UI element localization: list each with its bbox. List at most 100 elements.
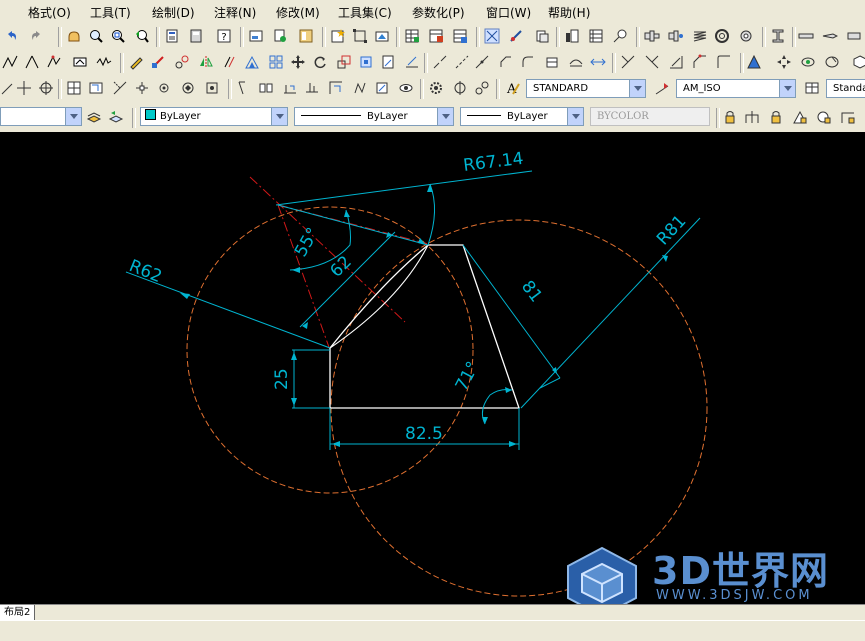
dim-baseline-icon[interactable] <box>282 80 298 96</box>
shaft-gen-icon[interactable] <box>668 28 684 44</box>
link-icon[interactable] <box>474 80 490 96</box>
bom-icon[interactable] <box>564 28 580 44</box>
calculator-icon[interactable] <box>188 28 204 44</box>
menu-help[interactable]: 帮助(H) <box>548 4 590 21</box>
publish-icon[interactable] <box>272 28 288 44</box>
divide-icon[interactable] <box>644 54 660 70</box>
table-style-select[interactable]: Standa <box>826 79 865 98</box>
offset-icon[interactable] <box>222 54 238 70</box>
dim-style-select[interactable]: AM_ISO <box>676 79 796 98</box>
gear-icon[interactable] <box>738 28 754 44</box>
line-tool-icon[interactable] <box>798 28 814 44</box>
scale-icon[interactable] <box>336 54 352 70</box>
frame-icon[interactable] <box>352 28 368 44</box>
measure-icon[interactable] <box>668 54 684 70</box>
lineweight-select[interactable]: ByLayer <box>460 107 584 126</box>
isolate-icon[interactable] <box>744 109 760 125</box>
snap-midpoint-icon[interactable] <box>156 80 172 96</box>
erase-icon[interactable] <box>150 54 166 70</box>
lock-icon[interactable] <box>722 109 738 125</box>
view-move-icon[interactable] <box>776 54 792 70</box>
bearing-icon[interactable] <box>714 28 730 44</box>
pen-tool-icon[interactable] <box>822 28 838 44</box>
snap-node-icon[interactable] <box>204 80 220 96</box>
mirror-icon[interactable] <box>198 54 214 70</box>
properties-icon[interactable] <box>164 28 180 44</box>
break-point-icon[interactable] <box>454 54 470 70</box>
tab-insert-icon[interactable] <box>88 80 104 96</box>
steel-shape-icon[interactable] <box>770 28 786 44</box>
menu-annotate[interactable]: 注释(N) <box>214 4 256 21</box>
sheet-set-icon[interactable] <box>298 28 314 44</box>
menu-window[interactable]: 窗口(W) <box>486 4 531 21</box>
dim-ordinate-icon[interactable] <box>328 80 344 96</box>
layout-icon[interactable] <box>248 28 264 44</box>
ortho-icon[interactable] <box>508 28 524 44</box>
crosshair-icon[interactable] <box>16 80 32 96</box>
drawing-canvas[interactable]: R67.14 R62 R81 55° 62 81 25 71° 82.5 3D世… <box>0 132 865 604</box>
snap-endpoint-icon[interactable] <box>134 80 150 96</box>
dim-style-icon[interactable] <box>654 80 670 96</box>
cube-icon[interactable] <box>852 54 865 70</box>
orbit-icon[interactable] <box>800 54 816 70</box>
blend-icon[interactable] <box>568 54 584 70</box>
new-view-icon[interactable] <box>330 28 346 44</box>
zoom-previous-icon[interactable] <box>134 28 150 44</box>
table-export-icon[interactable] <box>428 28 444 44</box>
pan-icon[interactable] <box>66 28 82 44</box>
extend-icon[interactable] <box>404 54 420 70</box>
chevron-down-icon[interactable] <box>271 108 287 125</box>
settings-icon[interactable] <box>428 80 444 96</box>
tab-layout2[interactable]: 布局2 <box>0 605 36 620</box>
table-style-icon[interactable] <box>804 80 820 96</box>
menu-modify[interactable]: 修改(M) <box>276 4 320 21</box>
text-style-icon[interactable]: A <box>504 80 520 96</box>
dim-continue-icon[interactable] <box>304 80 320 96</box>
freeze-icon[interactable] <box>792 109 808 125</box>
menu-format[interactable]: 格式(O) <box>28 4 71 21</box>
copy-icon[interactable] <box>174 54 190 70</box>
rect-tool-icon[interactable] <box>846 28 862 44</box>
chevron-down-icon[interactable] <box>567 108 583 125</box>
array-icon[interactable] <box>244 54 260 70</box>
break-icon[interactable] <box>432 54 448 70</box>
dim-linear-icon[interactable] <box>236 80 252 96</box>
polyline-icon[interactable] <box>2 54 18 70</box>
redo-icon[interactable] <box>28 28 44 44</box>
dim-aligned-icon[interactable] <box>258 80 274 96</box>
layer-prev-icon[interactable] <box>108 109 124 125</box>
chevron-down-icon[interactable] <box>437 108 453 125</box>
text-style-select[interactable]: STANDARD <box>526 79 646 98</box>
trim-icon[interactable] <box>380 54 396 70</box>
zoom-window-icon[interactable] <box>110 28 126 44</box>
layer-select[interactable] <box>0 107 82 126</box>
layer-states-icon[interactable] <box>86 109 102 125</box>
scale-ref-icon[interactable] <box>112 80 128 96</box>
free-orbit-icon[interactable] <box>824 54 840 70</box>
lock-icon[interactable] <box>768 109 784 125</box>
revcloud-icon[interactable] <box>96 54 112 70</box>
linetype-select[interactable]: ByLayer <box>294 107 454 126</box>
dim-chain-icon[interactable] <box>352 80 368 96</box>
chevron-down-icon[interactable] <box>65 108 81 125</box>
fillet-icon[interactable] <box>520 54 536 70</box>
array-rect-icon[interactable] <box>268 54 284 70</box>
parts-list-icon[interactable] <box>588 28 604 44</box>
layer-match-icon[interactable] <box>840 109 856 125</box>
table-style-icon[interactable] <box>452 28 468 44</box>
explode-icon[interactable] <box>544 54 560 70</box>
drawing-utility-icon[interactable] <box>534 28 550 44</box>
line-draw-icon[interactable] <box>0 80 16 96</box>
menu-tools[interactable]: 工具(T) <box>90 4 131 21</box>
stretch-icon[interactable] <box>358 54 374 70</box>
hatch-icon[interactable] <box>746 54 762 70</box>
center-point-icon[interactable] <box>38 80 54 96</box>
corner-icon[interactable] <box>692 54 708 70</box>
chevron-down-icon[interactable] <box>629 80 645 97</box>
block-icon[interactable] <box>72 54 88 70</box>
menu-toolsets[interactable]: 工具集(C) <box>338 4 392 21</box>
table-grid-icon[interactable] <box>66 80 82 96</box>
osnap-icon[interactable] <box>484 28 500 44</box>
contour-icon[interactable] <box>716 54 732 70</box>
help-icon[interactable]: ? <box>216 28 232 44</box>
